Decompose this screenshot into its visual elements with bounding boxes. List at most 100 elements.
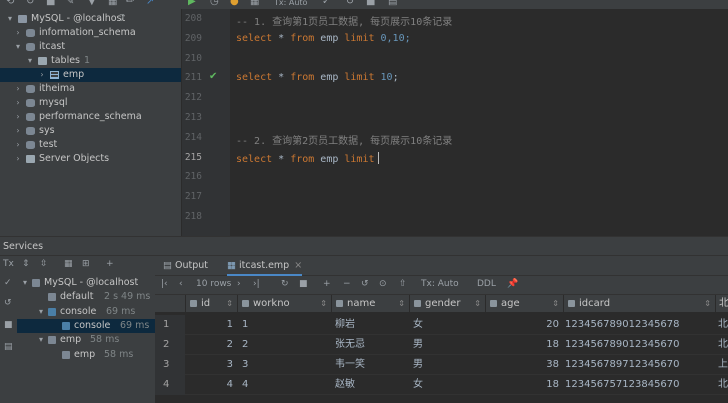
- group-icon[interactable]: ▦: [64, 259, 73, 269]
- cell-extra[interactable]: 北: [715, 335, 728, 355]
- chevron-down-icon[interactable]: ▾: [21, 276, 29, 290]
- chevron-right-icon[interactable]: ›: [14, 110, 22, 124]
- cell-gender[interactable]: 男: [409, 335, 485, 355]
- commit-icon[interactable]: ✓: [322, 0, 330, 7]
- cell-idcard[interactable]: 123456789012345678: [563, 315, 715, 335]
- service-emp-session[interactable]: emp 58 ms: [17, 348, 155, 362]
- sort-icon[interactable]: ⇕: [704, 295, 711, 313]
- cell-name[interactable]: 赵敏: [331, 375, 409, 395]
- service-default[interactable]: default 2 s 49 ms: [17, 290, 155, 304]
- tree-item-test[interactable]: › test: [0, 138, 181, 152]
- cell-extra[interactable]: 上: [715, 355, 728, 375]
- console-icon[interactable]: ▤: [388, 0, 397, 7]
- chevron-right-icon[interactable]: ›: [14, 26, 22, 40]
- add-row-icon[interactable]: +: [323, 279, 331, 289]
- cell-age[interactable]: 18: [485, 375, 563, 395]
- tree-item-itcast[interactable]: ▾ itcast: [0, 40, 181, 54]
- cell-id[interactable]: 4: [185, 375, 237, 395]
- service-emp[interactable]: ▾ emp 58 ms: [17, 333, 155, 347]
- chevron-down-icon[interactable]: ▾: [26, 54, 34, 68]
- tx-mode-dropdown[interactable]: Tx: Auto: [421, 279, 459, 289]
- chevron-right-icon[interactable]: ›: [14, 124, 22, 138]
- cell-id[interactable]: 1: [185, 315, 237, 335]
- add-icon[interactable]: +: [106, 259, 114, 269]
- rows-dropdown[interactable]: 10 rows: [196, 279, 231, 289]
- table-row[interactable]: 4 4 4 赵敏女 18 123456757123845670 北: [155, 375, 728, 395]
- table-row[interactable]: 3 3 3 韦一笑男 38 123456789712345670 上: [155, 355, 728, 375]
- next-page-icon[interactable]: ›: [237, 279, 241, 289]
- chevron-right-icon[interactable]: ›: [14, 82, 22, 96]
- tree-item-emp[interactable]: › emp: [0, 68, 181, 82]
- rollback-icon[interactable]: ↺: [346, 0, 354, 7]
- sort-icon[interactable]: ⇕: [398, 295, 405, 313]
- chevron-right-icon[interactable]: ›: [14, 96, 22, 110]
- cell-idcard[interactable]: 123456789712345670: [563, 355, 715, 375]
- stop-icon[interactable]: ■: [299, 279, 308, 289]
- column-header-1[interactable]: workno ⇕: [237, 295, 331, 313]
- table-row[interactable]: 1 1 1 柳岩女 20 123456789012345678 北: [155, 315, 728, 335]
- cell-gender[interactable]: 男: [409, 355, 485, 375]
- cell-workno[interactable]: 3: [237, 355, 331, 375]
- service-mysql-localhost[interactable]: ▾ MySQL - @localhost: [17, 276, 155, 290]
- tx-mode-dropdown[interactable]: Tx: Auto: [274, 0, 307, 8]
- refresh-icon[interactable]: ↻: [26, 0, 34, 7]
- filter-icon[interactable]: ⊞: [82, 259, 90, 269]
- cell-age[interactable]: 38: [485, 355, 563, 375]
- tree-item-performance-schema[interactable]: › performance_schema: [0, 110, 181, 124]
- grid-icon[interactable]: ▦: [250, 0, 259, 7]
- execute-icon[interactable]: ▶: [188, 0, 196, 7]
- chevron-down-icon[interactable]: ▾: [37, 305, 45, 319]
- cell-age[interactable]: 18: [485, 335, 563, 355]
- sort-icon[interactable]: ⇕: [320, 295, 327, 313]
- filter-icon[interactable]: ▼: [88, 0, 96, 7]
- edit-icon[interactable]: ✎: [66, 0, 74, 7]
- revert-icon[interactable]: ↺: [361, 279, 369, 289]
- stop-query-icon[interactable]: ■: [366, 0, 375, 7]
- jump-icon[interactable]: ↗: [146, 0, 154, 7]
- preview-icon[interactable]: ⊙: [379, 279, 387, 289]
- cell-gender[interactable]: 女: [409, 315, 485, 335]
- tree-item-mysql[interactable]: › mysql: [0, 96, 181, 110]
- stop-icon[interactable]: ■: [46, 0, 55, 7]
- column-header-2[interactable]: name ⇕: [331, 295, 409, 313]
- tree-item-server-objects[interactable]: › Server Objects: [0, 152, 181, 166]
- table-row[interactable]: 2 2 2 张无忌男 18 123456789012345670 北: [155, 335, 728, 355]
- service-console[interactable]: ▾ console 69 ms: [17, 305, 155, 319]
- revert-icon[interactable]: ↺: [4, 298, 12, 308]
- layout-icon[interactable]: ▤: [4, 342, 13, 352]
- tx-icon[interactable]: Tx: [3, 259, 14, 269]
- prev-page-icon[interactable]: ‹: [179, 279, 183, 289]
- history-icon[interactable]: ◷: [210, 0, 219, 7]
- chevron-right-icon[interactable]: ›: [14, 152, 22, 166]
- cell-id[interactable]: 3: [185, 355, 237, 375]
- sort-icon[interactable]: ⇕: [552, 295, 559, 313]
- cell-gender[interactable]: 女: [409, 375, 485, 395]
- first-page-icon[interactable]: |‹: [161, 279, 168, 289]
- cell-id[interactable]: 2: [185, 335, 237, 355]
- service-console-session[interactable]: console 69 ms: [17, 318, 155, 333]
- explain-icon[interactable]: ●: [230, 0, 239, 7]
- cell-workno[interactable]: 4: [237, 375, 331, 395]
- tab-output[interactable]: ▤ Output: [163, 256, 208, 276]
- remove-row-icon[interactable]: −: [343, 279, 351, 289]
- pencil-icon[interactable]: ✏: [126, 0, 134, 7]
- cell-name[interactable]: 韦一笑: [331, 355, 409, 375]
- tree-item-mysql-localhost[interactable]: ▾ MySQL - @localhost 7: [0, 12, 181, 26]
- chevron-right-icon[interactable]: ›: [14, 138, 22, 152]
- tab-itcast-emp[interactable]: ▦ itcast.emp ×: [227, 256, 303, 276]
- close-icon[interactable]: ×: [294, 260, 302, 271]
- tree-item-sys[interactable]: › sys: [0, 124, 181, 138]
- cell-workno[interactable]: 2: [237, 335, 331, 355]
- sync-icon[interactable]: ⟲: [6, 0, 14, 7]
- sort-icon[interactable]: ⇕: [226, 295, 233, 313]
- chevron-down-icon[interactable]: ▾: [14, 40, 22, 54]
- column-header-5[interactable]: idcard ⇕: [563, 295, 715, 313]
- expand-all-icon[interactable]: ⇕: [22, 259, 30, 269]
- tree-item-tables[interactable]: ▾ tables 1: [0, 54, 181, 68]
- submit-icon[interactable]: ⇧: [399, 279, 407, 289]
- chevron-right-icon[interactable]: ›: [38, 68, 46, 82]
- column-header-3[interactable]: gender ⇕: [409, 295, 485, 313]
- stop-icon[interactable]: ■: [4, 320, 13, 330]
- chevron-down-icon[interactable]: ▾: [6, 12, 14, 26]
- cell-name[interactable]: 张无忌: [331, 335, 409, 355]
